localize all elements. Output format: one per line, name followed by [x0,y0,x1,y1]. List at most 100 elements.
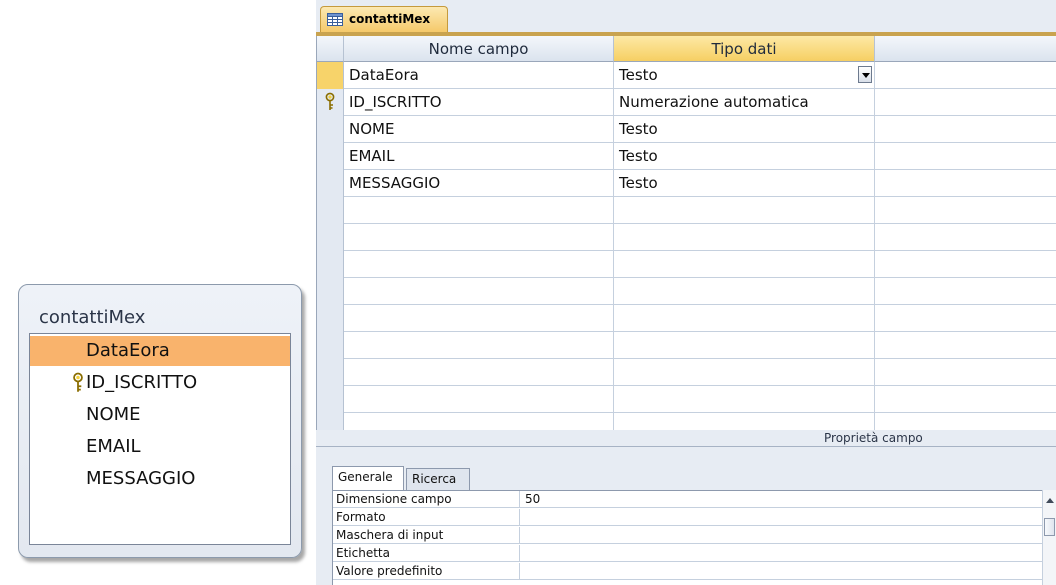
table-row[interactable]: NOME Testo [317,116,1056,143]
row-selector[interactable] [317,62,344,89]
description-cell[interactable] [875,197,1056,224]
field-name-cell[interactable] [344,278,614,305]
data-type-cell[interactable]: Testo [614,143,875,170]
property-value[interactable]: 50 [519,491,1023,508]
data-type-cell[interactable] [614,386,875,413]
description-cell[interactable] [875,170,1056,197]
row-selector[interactable] [317,359,344,386]
property-row[interactable]: Dimensione campo 50 [333,491,1043,508]
table-icon [327,13,343,26]
field-name-cell[interactable] [344,386,614,413]
description-cell[interactable] [875,89,1056,116]
document-tab-contattimex[interactable]: contattiMex [320,6,448,32]
table-row[interactable]: MESSAGGIO Testo [317,170,1056,197]
field-list-item[interactable]: MESSAGGIO [30,464,290,494]
description-cell[interactable] [875,278,1056,305]
field-list-item[interactable]: NOME [30,400,290,430]
description-cell[interactable] [875,224,1056,251]
table-row[interactable] [317,386,1056,413]
primary-key-icon [73,372,83,392]
field-list-item[interactable]: DataEora [30,336,290,366]
data-type-cell[interactable] [614,332,875,359]
row-selector[interactable] [317,278,344,305]
description-cell[interactable] [875,305,1056,332]
table-row[interactable] [317,332,1056,359]
description-cell[interactable] [875,143,1056,170]
grid-select-all[interactable] [317,36,344,62]
column-header-tipo-dati[interactable]: Tipo dati [614,36,875,62]
property-row[interactable]: Formato [333,509,1043,526]
table-row[interactable]: EMAIL Testo [317,143,1056,170]
data-type-cell[interactable] [614,359,875,386]
table-row[interactable] [317,197,1056,224]
data-type-cell[interactable]: Testo [614,170,875,197]
description-cell[interactable] [875,116,1056,143]
row-selector[interactable] [317,305,344,332]
field-name-cell[interactable]: NOME [344,116,614,143]
row-selector[interactable] [317,116,344,143]
property-value[interactable] [519,545,1023,562]
field-list-item-label: NOME [86,404,141,425]
field-name-cell[interactable] [344,197,614,224]
table-row[interactable] [317,359,1056,386]
property-value[interactable] [519,509,1023,526]
scroll-up-icon[interactable] [1046,498,1054,503]
tab-ricerca[interactable]: Ricerca [406,468,470,490]
data-type-cell[interactable] [614,197,875,224]
data-type-cell[interactable]: Testo [614,116,875,143]
data-type-cell[interactable] [614,278,875,305]
row-selector[interactable] [317,251,344,278]
field-name-cell[interactable]: DataEora [344,62,614,89]
field-list-item[interactable]: EMAIL [30,432,290,462]
tab-generale[interactable]: Generale [332,466,404,490]
data-type-cell[interactable]: Testo [614,62,875,89]
row-selector[interactable] [317,89,344,116]
description-cell[interactable] [875,332,1056,359]
description-cell[interactable] [875,251,1056,278]
table-row[interactable] [317,224,1056,251]
property-row[interactable]: Etichetta [333,545,1043,562]
table-row[interactable] [317,278,1056,305]
table-design-window: contattiMex Nome campo Tipo dati DataEor… [316,0,1056,585]
column-header-nome-campo[interactable]: Nome campo [344,36,614,62]
field-list-window[interactable]: contattiMex DataEora ID_ISCRITTO NOME EMAIL… [18,284,302,558]
data-type-cell[interactable]: Numerazione automatica [614,89,875,116]
field-name-cell[interactable]: ID_ISCRITTO [344,89,614,116]
description-cell[interactable] [875,359,1056,386]
data-type-cell[interactable] [614,251,875,278]
field-list-title: contattiMex [39,307,146,328]
data-type-cell[interactable] [614,305,875,332]
field-name-cell[interactable] [344,224,614,251]
field-list-body: DataEora ID_ISCRITTO NOME EMAIL MESSAGGIO [29,333,291,545]
primary-key-icon [325,92,335,110]
field-name-cell[interactable]: MESSAGGIO [344,170,614,197]
property-value[interactable] [519,527,1023,544]
property-value[interactable] [519,563,1023,580]
table-row[interactable]: ID_ISCRITTO Numerazione automatica [317,89,1056,116]
table-row[interactable] [317,305,1056,332]
row-selector[interactable] [317,332,344,359]
row-selector[interactable] [317,170,344,197]
description-cell[interactable] [875,62,1056,89]
column-header-descrizione[interactable] [875,36,1056,62]
row-selector[interactable] [317,197,344,224]
description-cell[interactable] [875,386,1056,413]
field-name-cell[interactable] [344,251,614,278]
property-row[interactable]: Valore predefinito [333,563,1043,580]
property-row[interactable]: Maschera di input [333,527,1043,544]
table-row[interactable]: DataEora Testo [317,62,1056,89]
scroll-thumb[interactable] [1044,518,1055,536]
dropdown-arrow-icon[interactable] [858,66,872,83]
field-name-cell[interactable] [344,332,614,359]
row-selector[interactable] [317,224,344,251]
data-type-cell[interactable] [614,224,875,251]
field-list-item[interactable]: ID_ISCRITTO [30,368,290,398]
field-name-cell[interactable]: EMAIL [344,143,614,170]
row-selector[interactable] [317,386,344,413]
property-scrollbar[interactable] [1042,490,1056,585]
row-selector[interactable] [317,143,344,170]
field-list-item-label: DataEora [86,340,170,361]
table-row[interactable] [317,251,1056,278]
field-name-cell[interactable] [344,359,614,386]
field-name-cell[interactable] [344,305,614,332]
